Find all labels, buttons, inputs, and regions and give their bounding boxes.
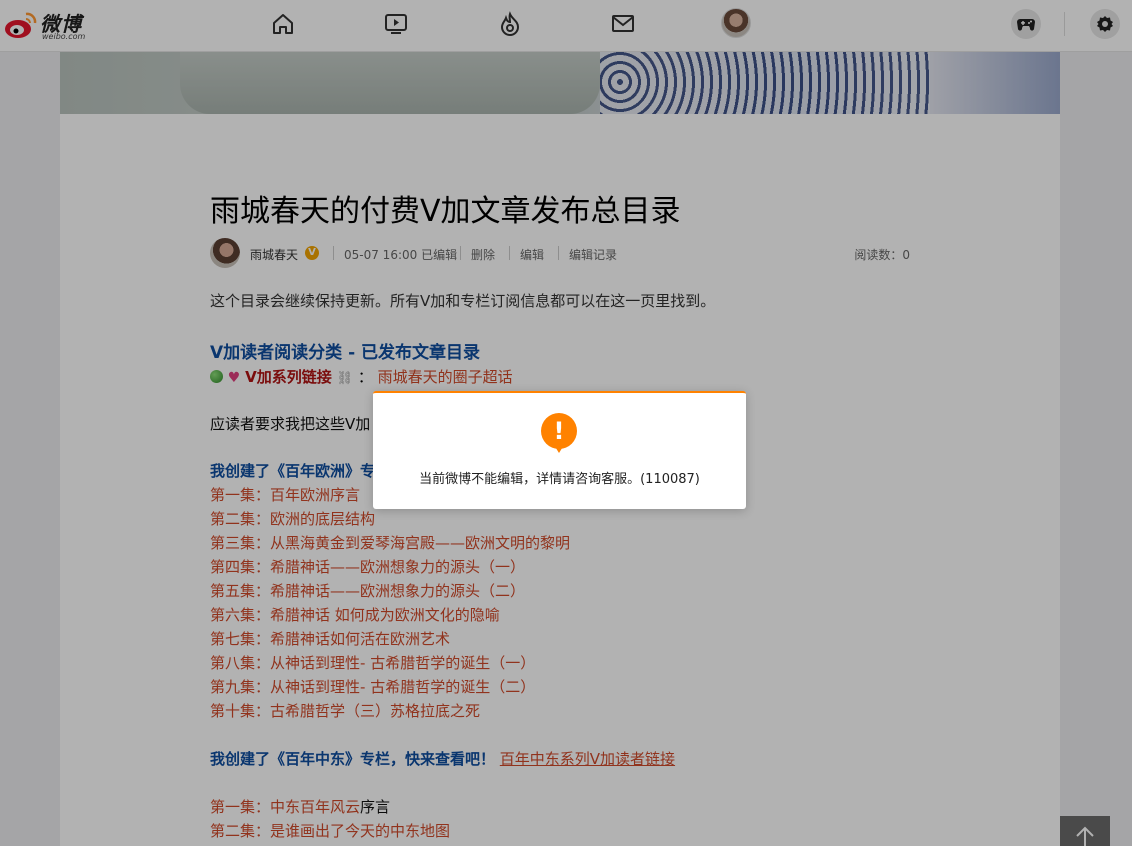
error-dialog: ! 当前微博不能编辑，详情请咨询客服。(110087) [373, 391, 746, 509]
error-message: 当前微博不能编辑，详情请咨询客服。(110087) [419, 472, 700, 487]
warning-icon: ! [541, 413, 577, 453]
